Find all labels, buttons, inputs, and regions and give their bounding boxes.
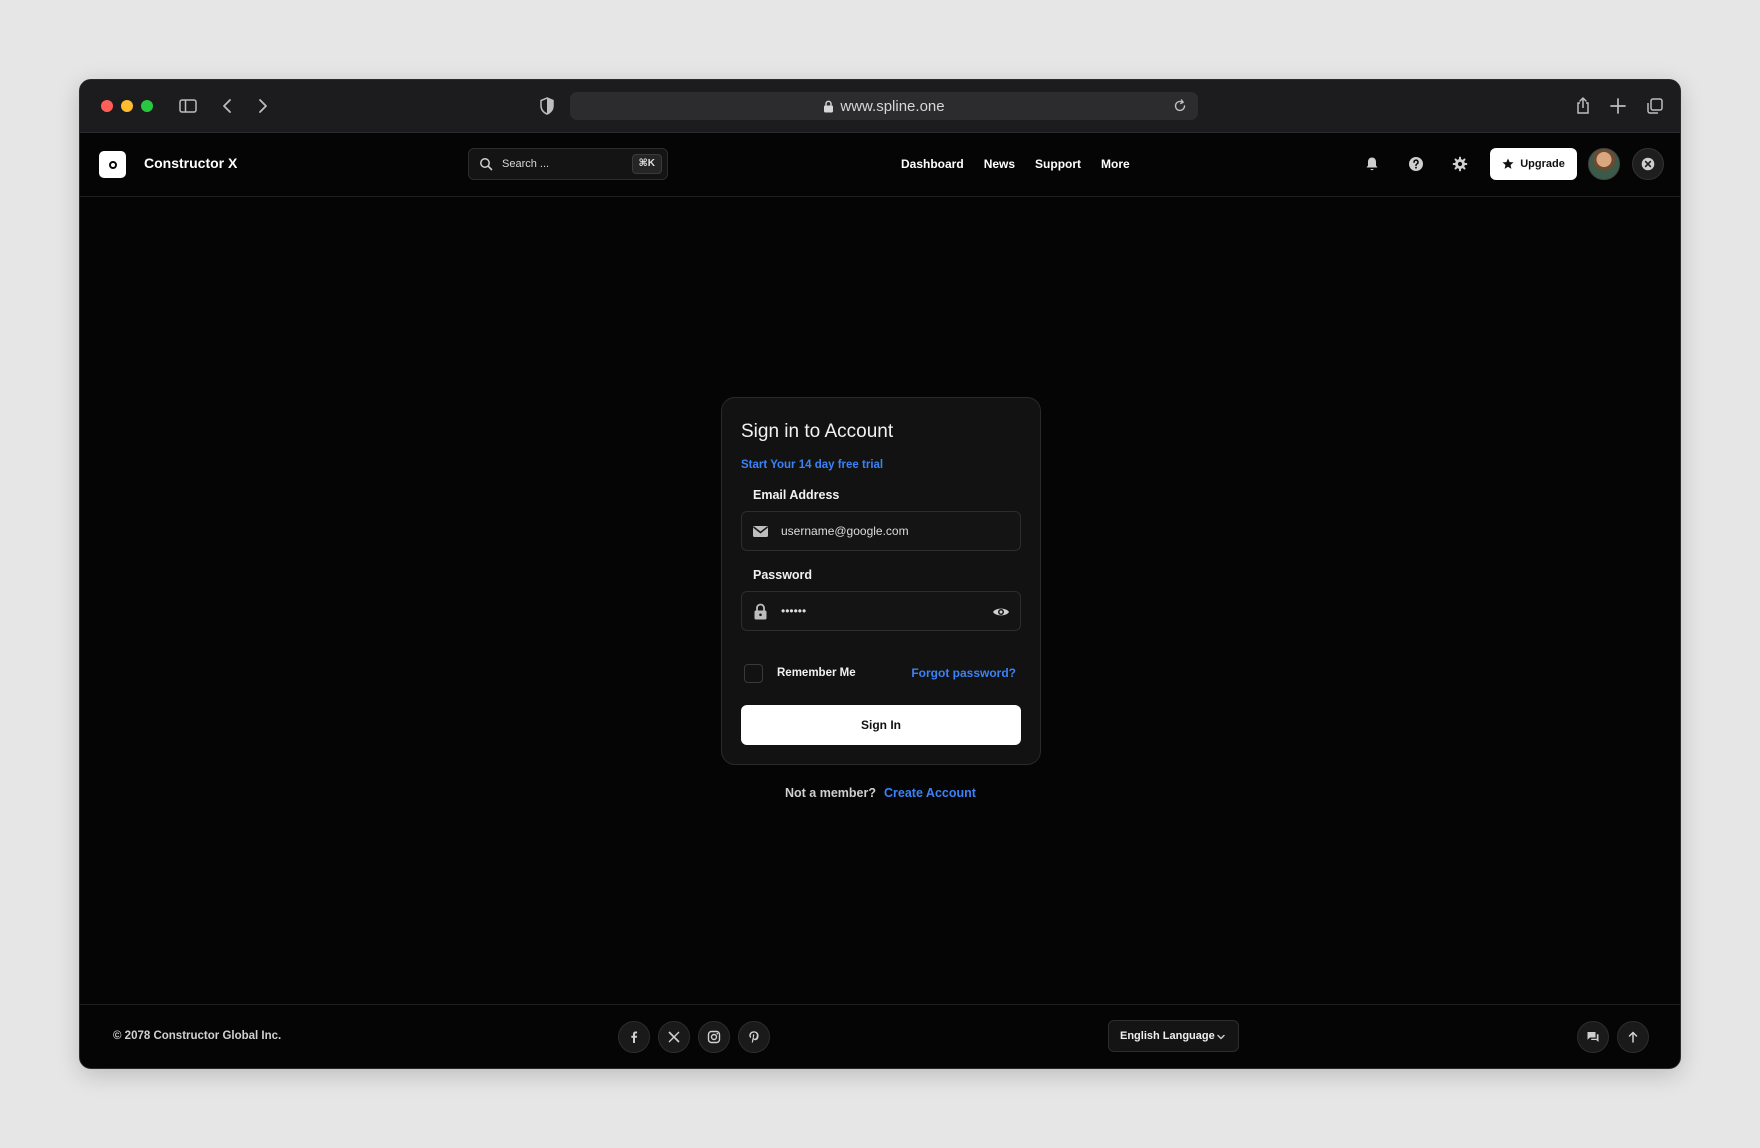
star-icon: [1502, 158, 1514, 169]
sign-in-button[interactable]: Sign In: [741, 705, 1021, 745]
eye-icon[interactable]: [992, 604, 1010, 620]
gear-icon[interactable]: [1451, 155, 1469, 173]
app-header: Constructor X Search ... ⌘K Dashboard Ne…: [80, 133, 1680, 197]
close-icon: [1641, 157, 1655, 171]
help-icon[interactable]: [1407, 155, 1425, 173]
language-value: English Language: [1120, 1030, 1215, 1042]
not-member-text: Not a member?: [785, 786, 876, 800]
upgrade-button[interactable]: Upgrade: [1490, 148, 1577, 180]
search-placeholder: Search ...: [502, 158, 550, 170]
new-tab-icon[interactable]: [1606, 94, 1630, 118]
search-shortcut-badge: ⌘K: [631, 154, 662, 174]
footer: © 2078 Constructor Global Inc. English L…: [80, 1004, 1680, 1068]
create-account-link[interactable]: Create Account: [884, 786, 976, 800]
url-text: www.spline.one: [840, 97, 945, 115]
nav-more[interactable]: More: [1101, 157, 1130, 171]
chevron-down-icon: [1217, 1034, 1225, 1040]
privacy-shield-icon[interactable]: [535, 94, 559, 118]
search-input[interactable]: Search ... ⌘K: [468, 148, 668, 180]
password-value: ••••••: [781, 604, 807, 618]
close-button[interactable]: [1632, 148, 1664, 180]
forward-icon[interactable]: [250, 94, 274, 118]
nav-news[interactable]: News: [984, 157, 1015, 171]
footer-actions: [1577, 1021, 1649, 1053]
close-window-button[interactable]: [101, 100, 113, 112]
facebook-icon[interactable]: [618, 1021, 650, 1053]
arrow-up-icon[interactable]: [1617, 1021, 1649, 1053]
email-label: Email Address: [753, 488, 840, 502]
search-icon: [480, 158, 493, 171]
maximize-window-button[interactable]: [141, 100, 153, 112]
language-select[interactable]: English Language: [1108, 1020, 1239, 1052]
nav-dashboard[interactable]: Dashboard: [901, 157, 964, 171]
email-field[interactable]: username@google.com: [741, 511, 1021, 551]
instagram-icon[interactable]: [698, 1021, 730, 1053]
social-links: [618, 1021, 770, 1053]
lock-icon: [754, 603, 767, 620]
mail-icon: [753, 526, 768, 537]
remember-me-checkbox[interactable]: [744, 664, 763, 683]
x-icon[interactable]: [658, 1021, 690, 1053]
chat-icon[interactable]: [1577, 1021, 1609, 1053]
sidebar-toggle-icon[interactable]: [176, 94, 200, 118]
share-icon[interactable]: [1571, 94, 1595, 118]
sign-in-title: Sign in to Account: [741, 421, 894, 442]
email-value: username@google.com: [781, 524, 909, 538]
upgrade-label: Upgrade: [1520, 158, 1565, 170]
minimize-window-button[interactable]: [121, 100, 133, 112]
back-icon[interactable]: [216, 94, 240, 118]
pinterest-icon[interactable]: [738, 1021, 770, 1053]
password-field[interactable]: ••••••: [741, 591, 1021, 631]
reload-icon[interactable]: [1172, 98, 1188, 114]
free-trial-link[interactable]: Start Your 14 day free trial: [741, 459, 883, 471]
nav-support[interactable]: Support: [1035, 157, 1081, 171]
browser-toolbar: www.spline.one: [80, 80, 1680, 133]
browser-window: www.spline.one Constructor X Search ... …: [79, 79, 1681, 1069]
user-avatar[interactable]: [1588, 148, 1620, 180]
app-logo[interactable]: [99, 151, 126, 178]
password-label: Password: [753, 568, 813, 582]
brand-name: Constructor X: [144, 155, 238, 171]
address-bar[interactable]: www.spline.one: [570, 92, 1198, 120]
copyright-text: © 2078 Constructor Global Inc.: [113, 1030, 282, 1042]
lock-icon: [824, 100, 834, 112]
sign-in-card: Sign in to Account Start Your 14 day fre…: [721, 397, 1041, 765]
main-nav: Dashboard News Support More: [901, 157, 1130, 171]
remember-me-label[interactable]: Remember Me: [777, 667, 856, 679]
tab-overview-icon[interactable]: [1643, 94, 1667, 118]
bell-icon[interactable]: [1363, 155, 1381, 173]
forgot-password-link[interactable]: Forgot password?: [911, 666, 1016, 680]
